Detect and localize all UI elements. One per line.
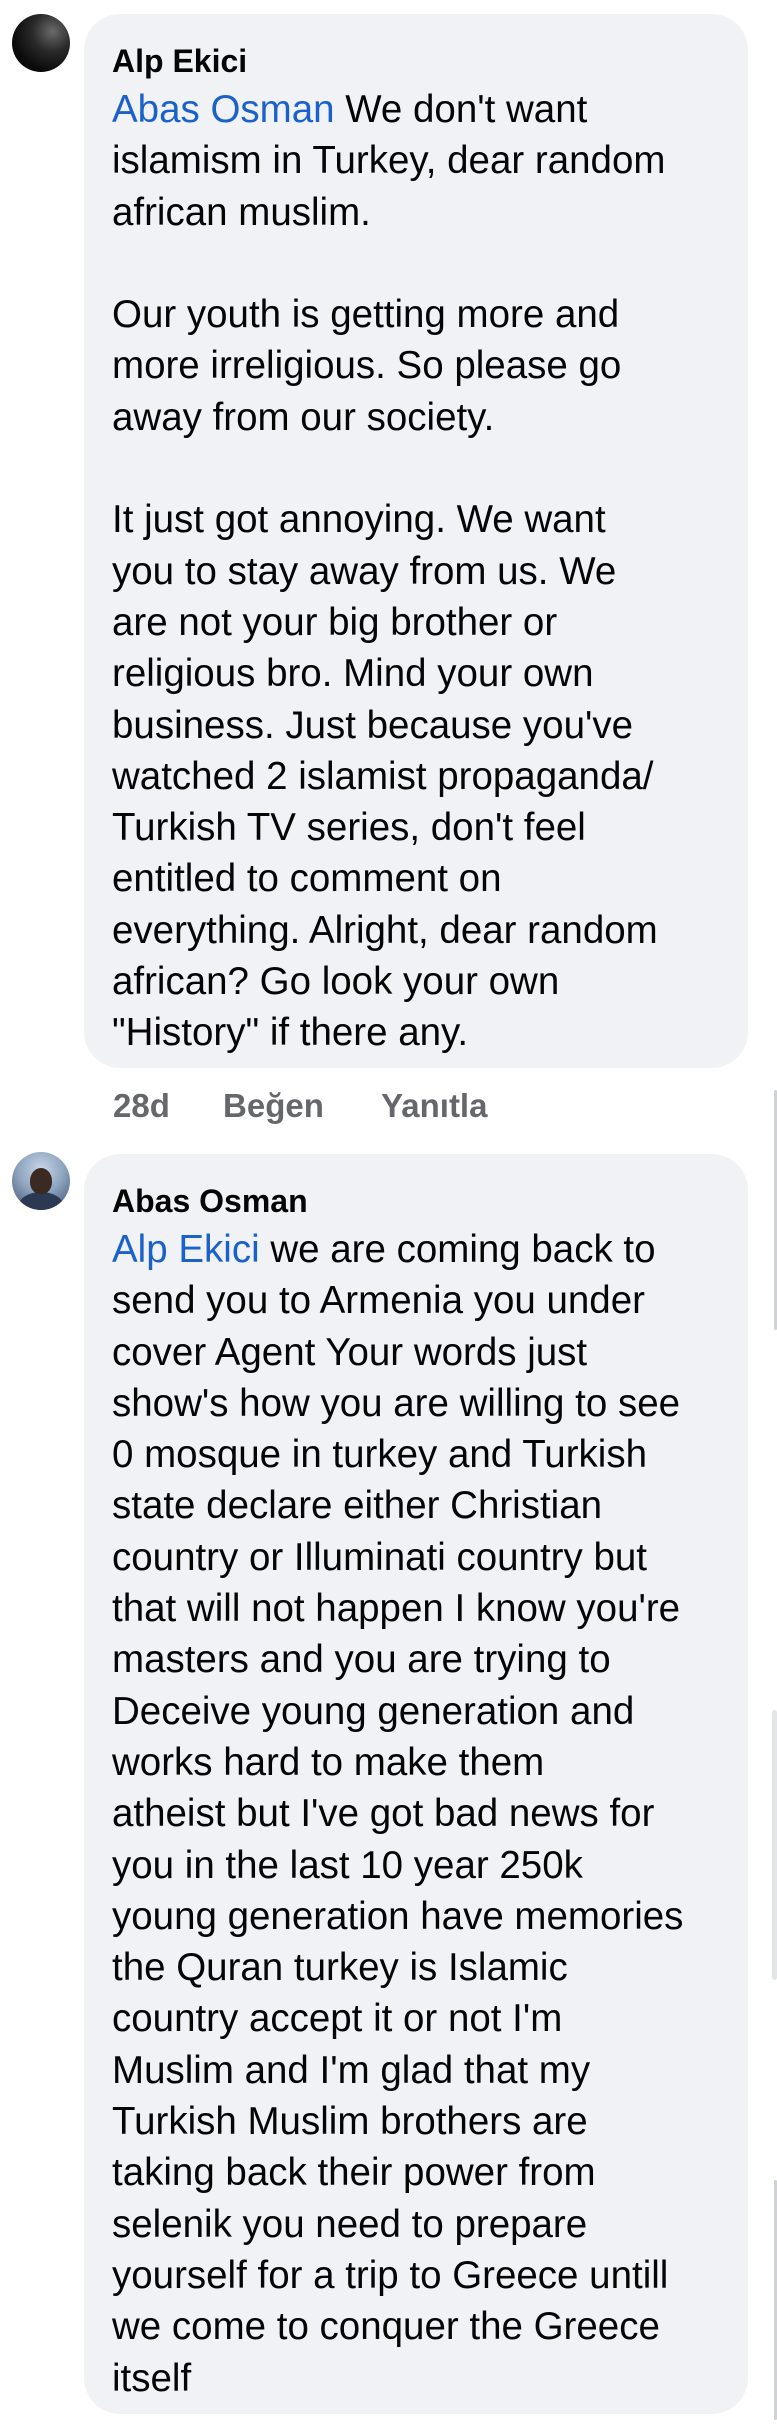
comment-line: Turkish Muslim brothers are — [112, 2100, 588, 2144]
comment-line: the Quran turkey is Islamic — [112, 1946, 568, 1990]
comment-line — [112, 443, 714, 494]
comment-line: you to stay away from us. We — [112, 549, 617, 593]
comment-line: taking back their power from — [112, 2151, 596, 2195]
comment-line: Turkish TV series, don't feel — [112, 806, 586, 850]
comment-line: Our youth is getting more and — [112, 293, 620, 337]
scrollbar-thumb[interactable] — [772, 1710, 777, 1980]
comment-line: state declare either Christian — [112, 1484, 603, 1528]
comment-line: itself — [112, 2356, 192, 2400]
comment-line: It just got annoying. We want — [112, 498, 606, 542]
comment-line: masters and you are trying to — [112, 1638, 611, 1682]
comment-text: Abas Osman We don't want islamism in Tur… — [112, 84, 714, 1059]
comment-line: country or Illuminati country but — [112, 1535, 647, 1579]
comment-line: cover Agent Your words just — [112, 1330, 588, 1374]
comment-line: works hard to make them — [112, 1740, 545, 1784]
comment-line: 0 mosque in turkey and Turkish — [112, 1433, 647, 1477]
comment-line: more irreligious. So please go — [112, 344, 622, 388]
comment-line: african muslim. — [112, 190, 371, 234]
comment-line: Muslim and I'm glad that my — [112, 2048, 591, 2092]
avatar[interactable] — [12, 1152, 70, 1210]
comment-line: Abas Osman We don't want — [112, 88, 588, 131]
mention-link[interactable]: Abas Osman — [112, 88, 335, 131]
comment-line: young generation have memories — [112, 1894, 684, 1938]
comment-actions: 28d Beğen Yanıtla — [113, 1086, 487, 1126]
comment-line: business. Just because you've — [112, 703, 633, 747]
comment-line: away from our society. — [112, 395, 495, 439]
comment-line: Deceive young generation and — [112, 1689, 635, 1733]
comment-line: "History" if there any. — [112, 1011, 469, 1055]
comment-line: atheist but I've got bad news for — [112, 1792, 655, 1836]
comment-text: Alp Ekici we are coming back to send you… — [112, 1224, 714, 2404]
comment-line: you in the last 10 year 250k — [112, 1843, 583, 1887]
comment-line — [112, 238, 714, 289]
avatar[interactable] — [12, 14, 70, 72]
comment-bubble: Alp Ekici Abas Osman We don't want islam… — [84, 14, 748, 1068]
comment-line: african? Go look your own — [112, 960, 560, 1004]
comment-line: watched 2 islamist propaganda/ — [112, 754, 654, 798]
comment-line: country accept it or not I'm — [112, 1997, 563, 2041]
comment-author[interactable]: Alp Ekici — [112, 42, 714, 80]
comment-line: islamism in Turkey, dear random — [112, 139, 666, 183]
comment-line: are not your big brother or — [112, 600, 558, 644]
comment-line: Alp Ekici we are coming back to — [112, 1228, 656, 1271]
comment-line: that will not happen I know you're — [112, 1587, 681, 1631]
comment-line: entitled to comment on — [112, 857, 502, 901]
mention-link[interactable]: Alp Ekici — [112, 1228, 260, 1271]
comment-line: religious bro. Mind your own — [112, 652, 594, 696]
comment-line: show's how you are willing to see — [112, 1381, 681, 1425]
reply-button[interactable]: Yanıtla — [381, 1086, 487, 1126]
comment-line: selenik you need to prepare — [112, 2202, 588, 2246]
comment-line: send you to Armenia you under — [112, 1279, 645, 1323]
comment-bubble: Abas Osman Alp Ekici we are coming back … — [84, 1154, 748, 2414]
comment-author[interactable]: Abas Osman — [112, 1182, 714, 1220]
comment-line: we come to conquer the Greece — [112, 2305, 660, 2349]
like-button[interactable]: Beğen — [223, 1086, 324, 1126]
comment-timestamp[interactable]: 28d — [113, 1086, 170, 1126]
comment-line: yourself for a trip to Greece untill — [112, 2253, 669, 2297]
comment-line: everything. Alright, dear random — [112, 908, 658, 952]
